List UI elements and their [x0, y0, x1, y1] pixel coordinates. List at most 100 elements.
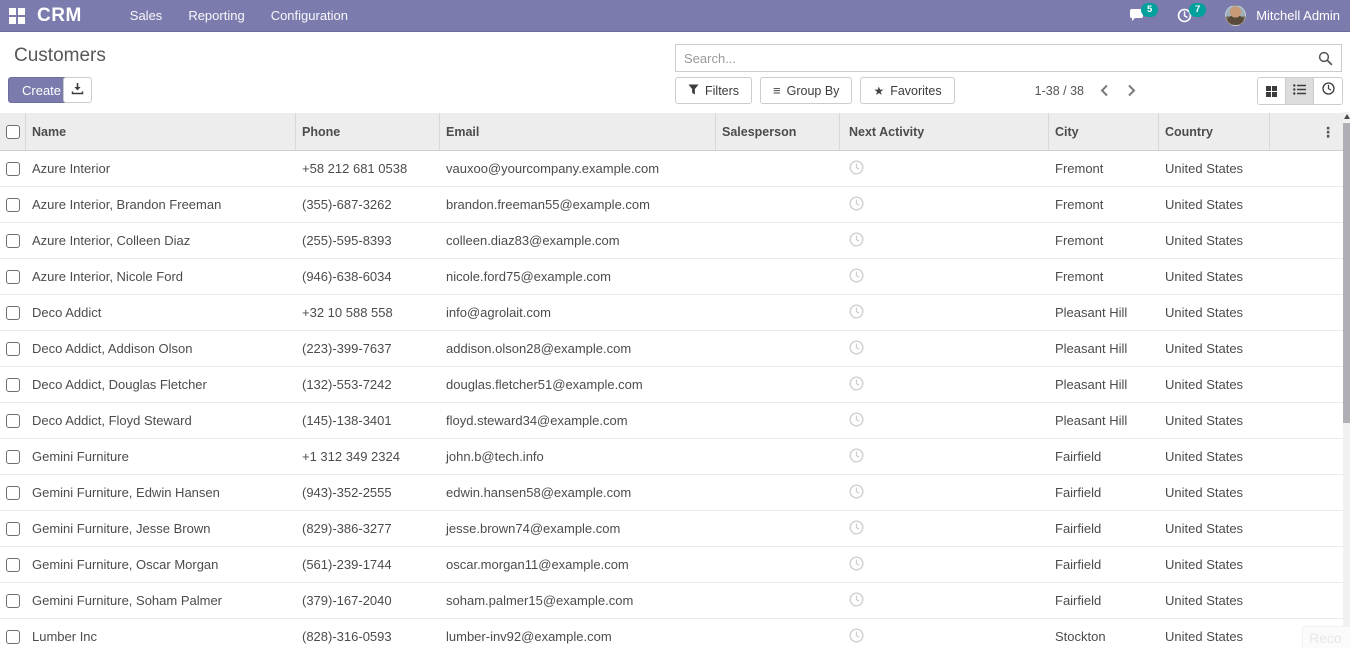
cell-next-activity[interactable] [840, 520, 1049, 538]
optional-columns-icon[interactable]: ⋮ [1321, 125, 1335, 139]
next-activity-clock-icon [849, 268, 864, 286]
list-view-icon [1293, 82, 1306, 100]
cell-name: Azure Interior, Brandon Freeman [26, 197, 296, 212]
cell-next-activity[interactable] [840, 268, 1049, 286]
cell-city: Fairfield [1049, 521, 1159, 536]
kanban-view-button[interactable] [1258, 78, 1286, 104]
column-header-next-activity[interactable]: Next Activity [840, 113, 1049, 150]
group-by-button[interactable]: ≡ Group By [760, 77, 852, 104]
table-row[interactable]: Azure Interior, Brandon Freeman(355)-687… [0, 187, 1343, 223]
cell-name: Deco Addict [26, 305, 296, 320]
column-header-city[interactable]: City [1049, 113, 1159, 150]
cell-next-activity[interactable] [840, 448, 1049, 466]
cell-name: Deco Addict, Floyd Steward [26, 413, 296, 428]
list-view-button[interactable] [1286, 78, 1314, 104]
scroll-up-icon[interactable] [1343, 112, 1350, 121]
activity-view-button[interactable] [1314, 78, 1342, 104]
app-brand[interactable]: CRM [37, 5, 82, 27]
next-activity-clock-icon [849, 340, 864, 358]
cell-next-activity[interactable] [840, 592, 1049, 610]
customers-list: Name Phone Email Salesperson Next Activi… [0, 113, 1343, 648]
cell-email: oscar.morgan11@example.com [440, 557, 716, 572]
apps-menu-icon[interactable] [9, 8, 25, 24]
cell-name: Gemini Furniture [26, 449, 296, 464]
cell-next-activity[interactable] [840, 304, 1049, 322]
pager-previous-icon[interactable] [1098, 82, 1111, 99]
row-checkbox[interactable] [0, 162, 26, 176]
cell-name: Lumber Inc [26, 629, 296, 644]
search-input[interactable] [676, 51, 1318, 66]
table-row[interactable]: Deco Addict, Floyd Steward(145)-138-3401… [0, 403, 1343, 439]
cell-phone: (223)-399-7637 [296, 341, 440, 356]
cell-email: addison.olson28@example.com [440, 341, 716, 356]
cell-city: Pleasant Hill [1049, 377, 1159, 392]
cell-city: Fairfield [1049, 485, 1159, 500]
vertical-scrollbar[interactable] [1343, 112, 1350, 648]
table-row[interactable]: Deco Addict+32 10 588 558info@agrolait.c… [0, 295, 1343, 331]
column-header-country[interactable]: Country [1159, 113, 1270, 150]
nav-menu-configuration[interactable]: Configuration [271, 8, 348, 23]
cell-country: United States [1159, 449, 1270, 464]
favorites-button[interactable]: ★ Favorites [860, 77, 954, 104]
table-row[interactable]: Azure Interior+58 212 681 0538vauxoo@you… [0, 151, 1343, 187]
cell-country: United States [1159, 521, 1270, 536]
table-row[interactable]: Lumber Inc(828)-316-0593lumber-inv92@exa… [0, 619, 1343, 648]
table-row[interactable]: Gemini Furniture+1 312 349 2324john.b@te… [0, 439, 1343, 475]
row-checkbox[interactable] [0, 198, 26, 212]
cell-next-activity[interactable] [840, 196, 1049, 214]
row-checkbox[interactable] [0, 234, 26, 248]
row-checkbox[interactable] [0, 594, 26, 608]
row-checkbox[interactable] [0, 306, 26, 320]
user-menu[interactable]: Mitchell Admin [1256, 8, 1340, 23]
activities-button[interactable]: 7 [1177, 5, 1203, 27]
table-row[interactable]: Deco Addict, Douglas Fletcher(132)-553-7… [0, 367, 1343, 403]
export-button[interactable] [63, 77, 92, 103]
row-checkbox[interactable] [0, 270, 26, 284]
row-checkbox[interactable] [0, 450, 26, 464]
table-row[interactable]: Azure Interior, Colleen Diaz(255)-595-83… [0, 223, 1343, 259]
scrollbar-thumb[interactable] [1343, 123, 1350, 423]
table-row[interactable]: Gemini Furniture, Soham Palmer(379)-167-… [0, 583, 1343, 619]
cell-city: Fremont [1049, 233, 1159, 248]
search-icon[interactable] [1318, 51, 1333, 66]
table-row[interactable]: Azure Interior, Nicole Ford(946)-638-603… [0, 259, 1343, 295]
row-checkbox[interactable] [0, 342, 26, 356]
row-checkbox[interactable] [0, 630, 26, 644]
cell-next-activity[interactable] [840, 484, 1049, 502]
select-all-checkbox[interactable] [0, 113, 26, 150]
row-checkbox[interactable] [0, 558, 26, 572]
cell-country: United States [1159, 377, 1270, 392]
cell-next-activity[interactable] [840, 232, 1049, 250]
cell-next-activity[interactable] [840, 412, 1049, 430]
cell-next-activity[interactable] [840, 376, 1049, 394]
cell-next-activity[interactable] [840, 628, 1049, 646]
table-row[interactable]: Deco Addict, Addison Olson(223)-399-7637… [0, 331, 1343, 367]
cell-phone: (379)-167-2040 [296, 593, 440, 608]
cell-next-activity[interactable] [840, 340, 1049, 358]
cell-email: colleen.diaz83@example.com [440, 233, 716, 248]
table-row[interactable]: Gemini Furniture, Oscar Morgan(561)-239-… [0, 547, 1343, 583]
nav-menu-sales[interactable]: Sales [130, 8, 163, 23]
row-checkbox[interactable] [0, 414, 26, 428]
cell-email: john.b@tech.info [440, 449, 716, 464]
row-checkbox[interactable] [0, 522, 26, 536]
avatar[interactable] [1225, 5, 1246, 26]
column-header-name[interactable]: Name [26, 113, 296, 150]
row-checkbox[interactable] [0, 378, 26, 392]
messages-button[interactable]: 5 [1129, 5, 1155, 27]
cell-city: Fairfield [1049, 449, 1159, 464]
cell-city: Pleasant Hill [1049, 305, 1159, 320]
next-activity-clock-icon [849, 592, 864, 610]
cell-email: douglas.fletcher51@example.com [440, 377, 716, 392]
table-row[interactable]: Gemini Furniture, Edwin Hansen(943)-352-… [0, 475, 1343, 511]
column-header-salesperson[interactable]: Salesperson [716, 113, 840, 150]
filters-button[interactable]: Filters [675, 77, 752, 104]
column-header-phone[interactable]: Phone [296, 113, 440, 150]
nav-menu-reporting[interactable]: Reporting [188, 8, 244, 23]
cell-next-activity[interactable] [840, 556, 1049, 574]
pager-next-icon[interactable] [1125, 82, 1138, 99]
row-checkbox[interactable] [0, 486, 26, 500]
column-header-email[interactable]: Email [440, 113, 716, 150]
cell-next-activity[interactable] [840, 160, 1049, 178]
table-row[interactable]: Gemini Furniture, Jesse Brown(829)-386-3… [0, 511, 1343, 547]
